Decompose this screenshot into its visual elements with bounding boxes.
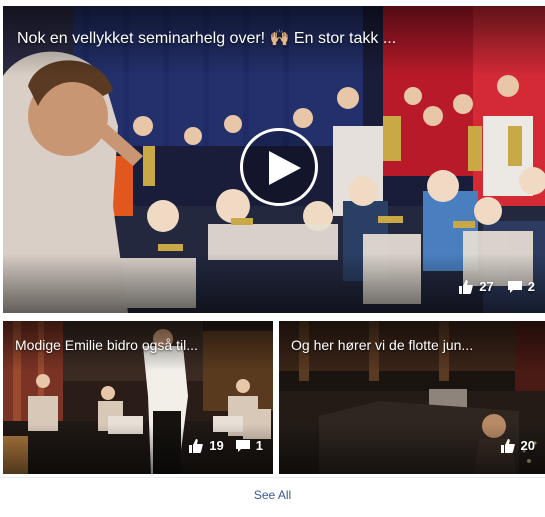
likes-count: 20 xyxy=(520,438,535,453)
divider xyxy=(0,477,545,478)
video-title[interactable]: Og her hører vi de flotte jun... xyxy=(291,337,473,353)
video-card[interactable]: Modige Emilie bidro også til... 19 1 xyxy=(3,321,273,474)
comments-count: 2 xyxy=(527,279,535,294)
thumbs-up-icon xyxy=(500,438,515,453)
likes-count: 19 xyxy=(209,438,224,453)
see-all-link[interactable]: See All xyxy=(0,488,545,502)
video-stats: 19 1 xyxy=(189,438,263,453)
likes-stat[interactable]: 19 xyxy=(189,438,224,453)
video-title[interactable]: Modige Emilie bidro også til... xyxy=(15,337,198,353)
thumbs-up-icon xyxy=(459,279,474,294)
comments-count: 1 xyxy=(255,438,263,453)
comments-stat[interactable]: 1 xyxy=(235,438,263,453)
main-video-card[interactable]: Nok en vellykket seminarhelg over! 🙌🏼 En… xyxy=(3,6,545,313)
play-icon xyxy=(269,151,301,185)
likes-stat[interactable]: 27 xyxy=(459,279,494,294)
likes-count: 27 xyxy=(479,279,494,294)
main-video-title[interactable]: Nok en vellykket seminarhelg over! 🙌🏼 En… xyxy=(17,28,396,48)
thumbs-up-icon xyxy=(189,438,204,453)
likes-stat[interactable]: 20 xyxy=(500,438,535,453)
comment-icon xyxy=(235,439,250,452)
comments-stat[interactable]: 2 xyxy=(507,279,535,294)
play-button[interactable] xyxy=(240,128,318,206)
video-stats: 20 xyxy=(500,438,535,453)
comment-icon xyxy=(507,280,522,293)
video-card[interactable]: Og her hører vi de flotte jun... 20 xyxy=(279,321,545,474)
main-video-stats: 27 2 xyxy=(459,279,535,294)
